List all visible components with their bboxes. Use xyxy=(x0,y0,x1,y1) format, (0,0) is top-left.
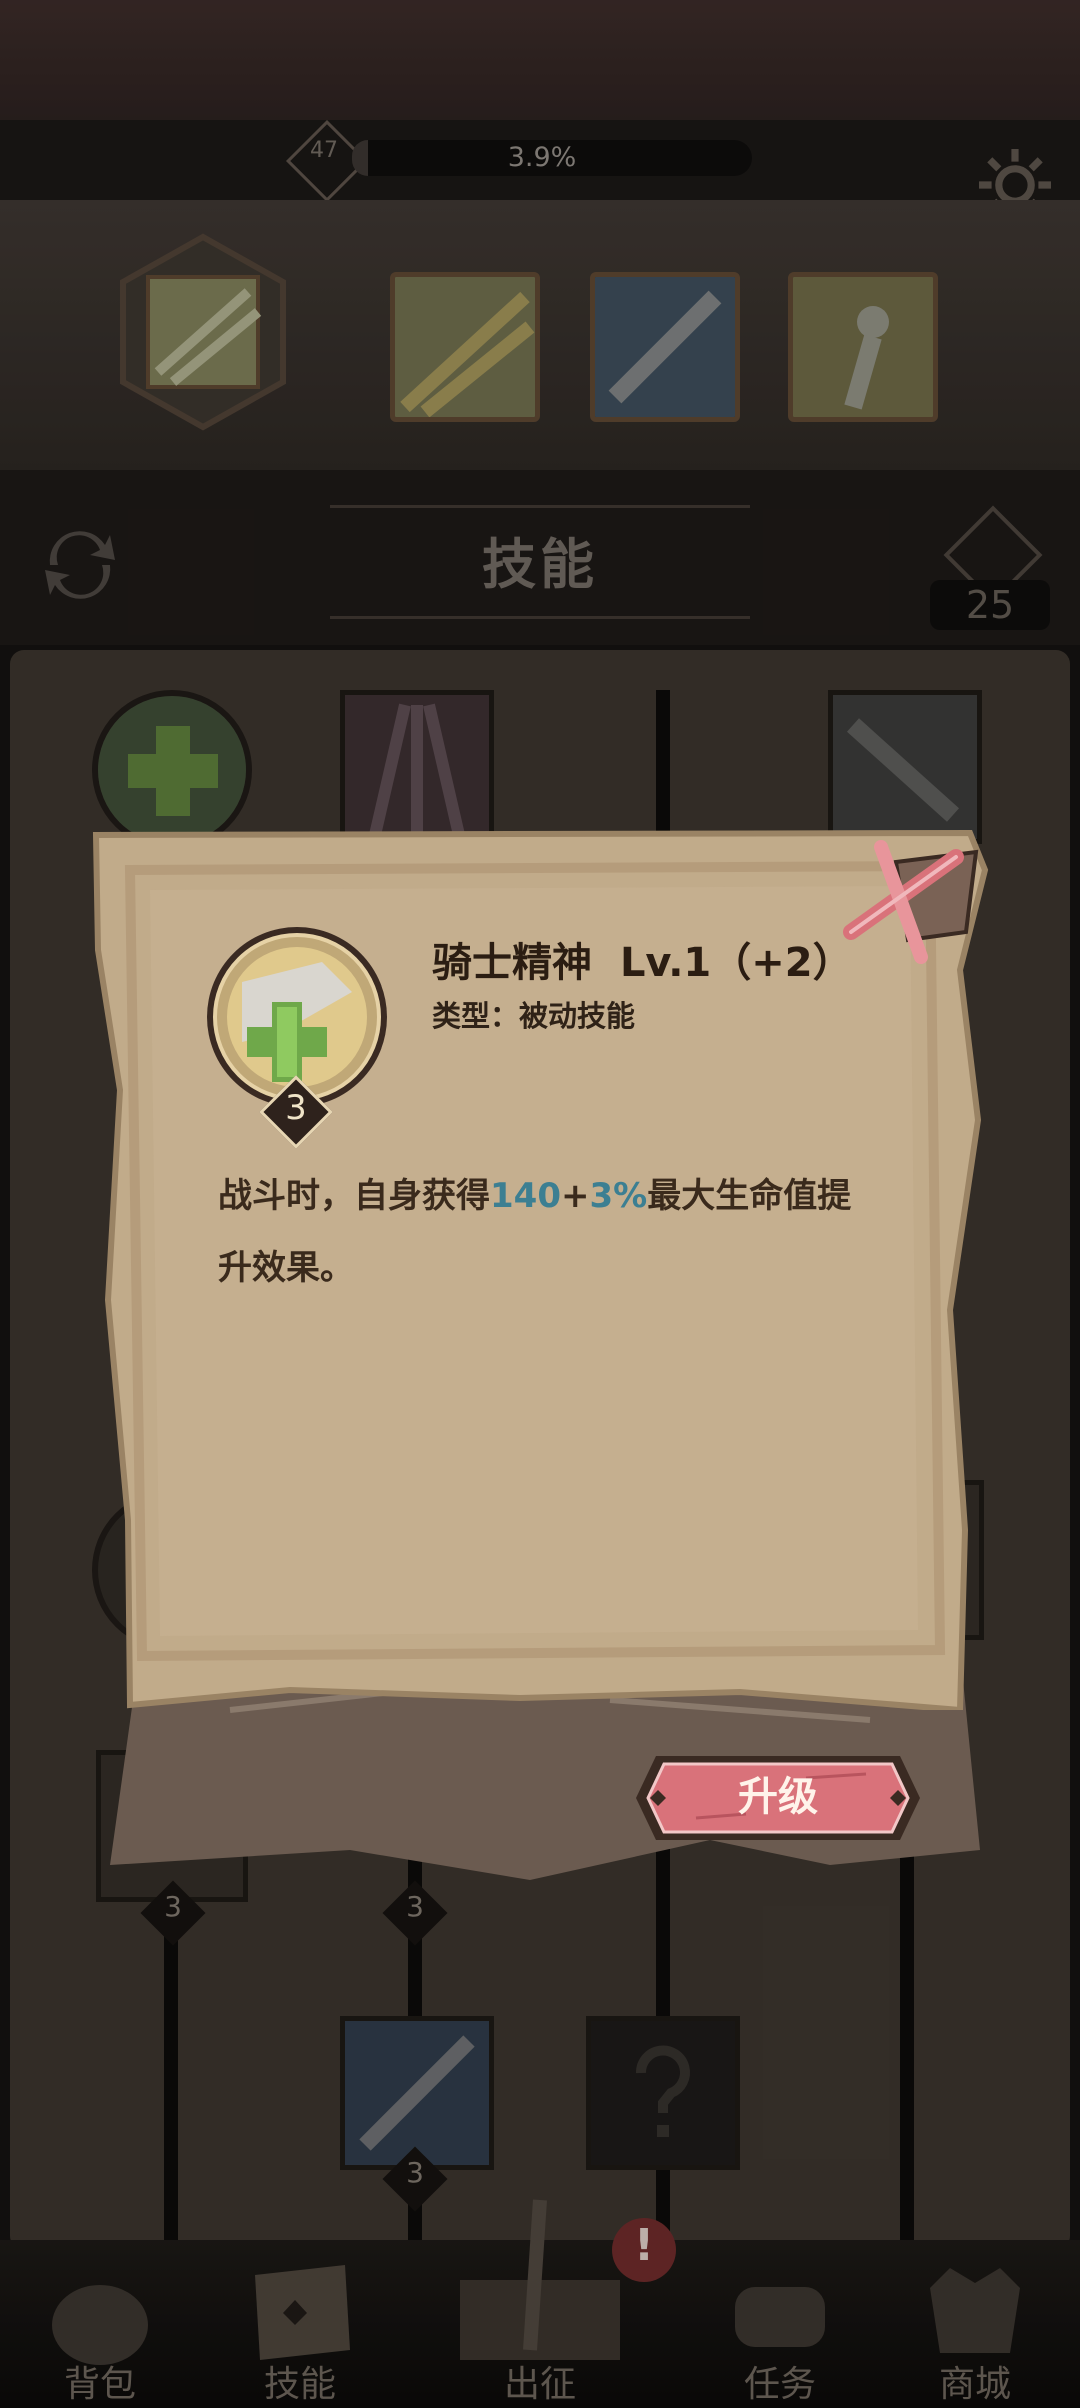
upgrade-button[interactable]: 升级 xyxy=(636,1764,920,1822)
desc-prefix: 战斗时，自身获得 xyxy=(218,1176,490,1216)
skill-type-label: 类型： xyxy=(432,999,520,1033)
skill-description: 战斗时，自身获得140+3%最大生命值提升效果。 xyxy=(218,1160,878,1304)
skill-type: 类型：被动技能 xyxy=(432,993,635,1035)
desc-plus: + xyxy=(560,1176,590,1216)
skill-name: 骑士精神 xyxy=(432,940,592,986)
desc-value-flat: 140 xyxy=(490,1176,561,1216)
close-icon[interactable] xyxy=(826,822,982,972)
skill-max-level: 3 xyxy=(285,1088,307,1128)
skill-type-value: 被动技能 xyxy=(519,999,636,1033)
skill-title: 骑士精神 Lv.1（+2） xyxy=(432,930,853,988)
desc-value-percent: 3% xyxy=(589,1176,648,1216)
skill-level: Lv.1（+2） xyxy=(619,940,853,986)
